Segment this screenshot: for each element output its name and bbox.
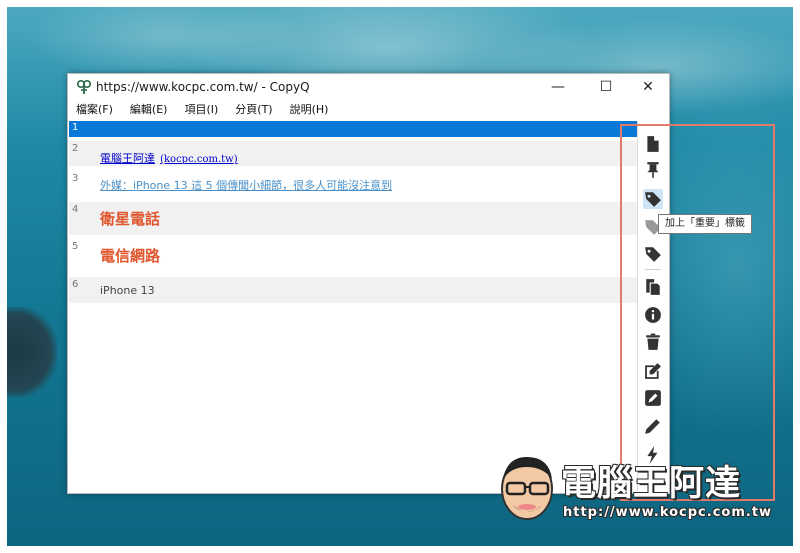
item-number: 2: [72, 143, 79, 154]
clipboard-item-5[interactable]: 5 電信網路: [69, 239, 637, 273]
item-link[interactable]: 電腦王阿達 (kocpc.com.tw): [100, 147, 238, 166]
item-number: 6: [72, 279, 79, 290]
watermark-url: http://www.kocpc.com.tw: [563, 505, 773, 520]
maximize-icon: ☐: [599, 79, 613, 95]
clipboard-item-2[interactable]: 2 電腦王阿達 (kocpc.com.tw): [69, 141, 637, 166]
toolbar-highlight-box: [620, 124, 775, 501]
item-text: iPhone 13: [100, 284, 155, 297]
maximize-button[interactable]: ☐: [584, 74, 628, 100]
copyq-app-icon: [76, 79, 92, 94]
window-title: https://www.kocpc.com.tw/ - CopyQ: [96, 80, 310, 94]
item-text: 電信網路: [100, 247, 161, 265]
close-icon: ✕: [642, 79, 654, 95]
menu-help[interactable]: 說明(H): [290, 100, 329, 120]
close-button[interactable]: ✕: [626, 74, 670, 100]
toolbar-tooltip: 加上「重要」標籤: [658, 214, 752, 234]
item-link-text: 電腦王阿達: [100, 152, 155, 165]
minimize-icon: —: [551, 79, 565, 95]
item-number: 1: [72, 122, 79, 133]
menu-bar: 檔案(F) 編輯(E) 項目(I) 分頁(T) 說明(H): [68, 100, 669, 120]
menu-tabs[interactable]: 分頁(T): [235, 100, 272, 120]
minimize-button[interactable]: —: [536, 74, 580, 100]
item-link-suffix: (kocpc.com.tw): [160, 154, 238, 165]
clipboard-item-4[interactable]: 4 衛星電話: [69, 202, 637, 235]
title-bar[interactable]: https://www.kocpc.com.tw/ - CopyQ — ☐ ✕: [68, 74, 669, 100]
watermark-title: 電腦王阿達: [561, 464, 742, 504]
menu-item[interactable]: 項目(I): [184, 100, 218, 120]
background-rock: [7, 307, 57, 397]
mascot-logo: [501, 457, 553, 520]
menu-file[interactable]: 檔案(F): [76, 100, 113, 120]
item-text: 衛星電話: [100, 210, 161, 228]
menu-edit[interactable]: 編輯(E): [130, 100, 168, 120]
item-number: 4: [72, 204, 79, 215]
copyq-window: https://www.kocpc.com.tw/ - CopyQ — ☐ ✕ …: [67, 73, 670, 494]
clipboard-item-3[interactable]: 3 外媒：iPhone 13 這 5 個傳聞小細節，很多人可能沒注意到: [69, 171, 637, 196]
site-watermark: 電腦王阿達 http://www.kocpc.com.tw: [497, 449, 777, 529]
item-number: 5: [72, 241, 79, 252]
item-number: 3: [72, 173, 79, 184]
item-link-text[interactable]: 外媒：iPhone 13 這 5 個傳聞小細節，很多人可能沒注意到: [100, 177, 392, 193]
clipboard-item-6[interactable]: 6 iPhone 13: [69, 277, 637, 303]
clipboard-item-1[interactable]: 1: [69, 121, 637, 137]
